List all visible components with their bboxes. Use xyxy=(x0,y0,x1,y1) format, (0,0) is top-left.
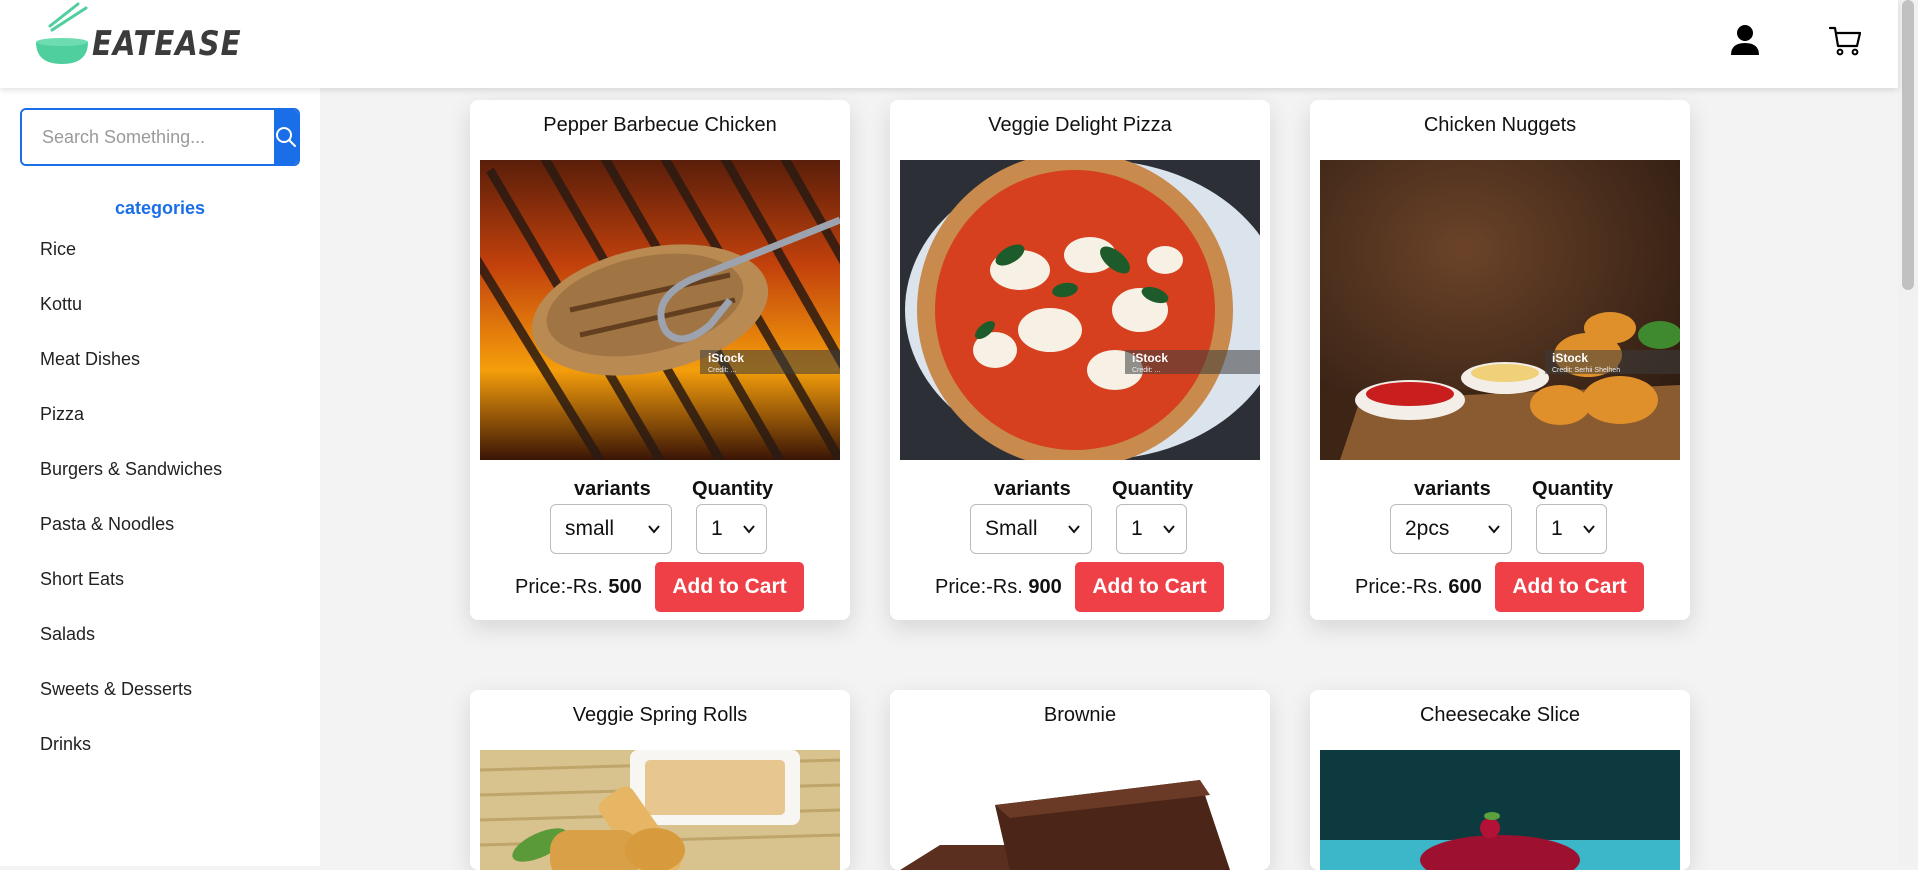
product-card: Veggie Delight Pizza iStock Credit: ... … xyxy=(890,100,1270,620)
quantity-select-value: 1 xyxy=(1131,517,1143,540)
svg-text:iStock: iStock xyxy=(1132,351,1168,365)
category-item-burgers-sandwiches[interactable]: Burgers & Sandwiches xyxy=(40,458,222,513)
price-value: 600 xyxy=(1448,576,1482,598)
categories-heading: categories xyxy=(114,198,206,218)
category-item-sweets-desserts[interactable]: Sweets & Desserts xyxy=(40,678,222,733)
chevron-down-icon xyxy=(1068,525,1080,534)
product-name: Cheesecake Slice xyxy=(1419,704,1581,726)
variants-label: variants xyxy=(1414,478,1491,500)
category-item-pasta-noodles[interactable]: Pasta & Noodles xyxy=(40,513,222,568)
product-price: Price:-Rs. 600 xyxy=(1355,576,1482,599)
product-image[interactable] xyxy=(900,750,1260,870)
category-item-rice[interactable]: Rice xyxy=(40,238,222,293)
product-card: Veggie Spring Rolls xyxy=(470,690,850,870)
product-card: Brownie xyxy=(890,690,1270,870)
category-item-kottu[interactable]: Kottu xyxy=(40,293,222,348)
quantity-select[interactable]: 1 xyxy=(1536,504,1607,554)
category-item-short-eats[interactable]: Short Eats xyxy=(40,568,222,623)
brand-name: EATEASE xyxy=(92,24,242,64)
chevron-down-icon xyxy=(743,525,755,534)
product-image[interactable]: iStock Credit: ... xyxy=(900,160,1260,460)
price-value: 900 xyxy=(1028,576,1062,598)
add-to-cart-button[interactable]: Add to Cart xyxy=(1495,562,1644,612)
variants-label: variants xyxy=(994,478,1071,500)
search-button[interactable] xyxy=(274,110,298,164)
search-icon xyxy=(276,127,296,147)
category-sidebar: categories Rice Kottu Meat Dishes Pizza … xyxy=(0,88,320,866)
variant-select[interactable]: 2pcs xyxy=(1390,504,1512,554)
variant-select-value: Small xyxy=(985,517,1038,540)
product-image[interactable]: iStock Credit: Serhii Shelheh xyxy=(1320,160,1680,460)
chevron-down-icon xyxy=(1583,525,1595,534)
svg-text:iStock: iStock xyxy=(708,351,744,365)
svg-text:iStock: iStock xyxy=(1552,351,1588,365)
brand-logo[interactable]: EATEASE xyxy=(34,2,266,68)
price-prefix: Price:-Rs. xyxy=(935,576,1029,598)
svg-text:Credit: ...: Credit: ... xyxy=(1132,367,1160,374)
category-item-salads[interactable]: Salads xyxy=(40,623,222,678)
variant-select[interactable]: Small xyxy=(970,504,1092,554)
scrollbar-thumb[interactable] xyxy=(1902,0,1914,290)
chevron-down-icon xyxy=(1488,525,1500,534)
price-prefix: Price:-Rs. xyxy=(515,576,609,598)
variant-select-value: small xyxy=(565,517,615,540)
search-input[interactable] xyxy=(22,110,274,164)
price-value: 500 xyxy=(608,576,642,598)
quantity-select[interactable]: 1 xyxy=(1116,504,1187,554)
search-bar xyxy=(20,108,300,166)
quantity-select-value: 1 xyxy=(711,517,723,540)
quantity-label: Quantity xyxy=(1532,478,1614,500)
product-image[interactable] xyxy=(1320,750,1680,870)
bowl-logo-icon xyxy=(36,2,88,64)
page-scrollbar[interactable] xyxy=(1898,0,1918,866)
product-image[interactable] xyxy=(480,750,840,870)
category-item-pizza[interactable]: Pizza xyxy=(40,403,222,458)
variant-select-value: 2pcs xyxy=(1405,517,1450,540)
quantity-label: Quantity xyxy=(1112,478,1194,500)
category-list: Rice Kottu Meat Dishes Pizza Burgers & S… xyxy=(40,238,222,788)
top-header: EATEASE xyxy=(0,0,1898,88)
category-item-drinks[interactable]: Drinks xyxy=(40,733,222,788)
product-image[interactable]: iStock Credit: ... xyxy=(480,160,840,460)
user-icon[interactable] xyxy=(1730,24,1760,56)
category-item-meat-dishes[interactable]: Meat Dishes xyxy=(40,348,222,403)
product-name: Veggie Spring Rolls xyxy=(572,704,748,726)
product-name: Pepper Barbecue Chicken xyxy=(543,114,777,136)
product-card: Chicken Nuggets iStock Credit: Serhii Sh… xyxy=(1310,100,1690,620)
price-prefix: Price:-Rs. xyxy=(1355,576,1449,598)
add-to-cart-button[interactable]: Add to Cart xyxy=(655,562,804,612)
chevron-down-icon xyxy=(648,525,660,534)
cart-icon[interactable] xyxy=(1828,24,1862,58)
quantity-select-value: 1 xyxy=(1551,517,1563,540)
chevron-down-icon xyxy=(1163,525,1175,534)
product-name: Brownie xyxy=(1043,704,1117,726)
product-card: Cheesecake Slice xyxy=(1310,690,1690,870)
product-price: Price:-Rs. 500 xyxy=(515,576,642,599)
svg-text:Credit: ...: Credit: ... xyxy=(708,367,736,374)
quantity-label: Quantity xyxy=(692,478,774,500)
product-price: Price:-Rs. 900 xyxy=(935,576,1062,599)
variant-select[interactable]: small xyxy=(550,504,672,554)
variants-label: variants xyxy=(574,478,651,500)
product-name: Chicken Nuggets xyxy=(1423,114,1577,136)
svg-text:Credit: Serhii Shelheh: Credit: Serhii Shelheh xyxy=(1552,367,1620,374)
quantity-select[interactable]: 1 xyxy=(696,504,767,554)
product-card: Pepper Barbecue Chicken iStock Credit: .… xyxy=(470,100,850,620)
add-to-cart-button[interactable]: Add to Cart xyxy=(1075,562,1224,612)
product-name: Veggie Delight Pizza xyxy=(988,114,1172,136)
